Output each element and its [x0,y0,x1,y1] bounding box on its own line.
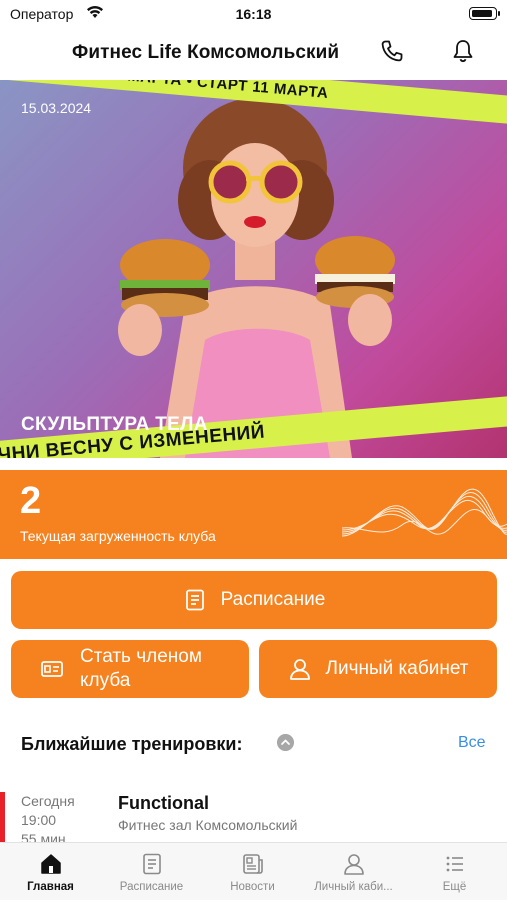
app-header: Фитнес Life Комсомольский [0,28,507,80]
workout-name: Functional [118,793,209,813]
tab-home[interactable]: Главная [0,843,101,900]
workout-time: 19:00 [21,812,57,828]
club-load-value: 2 [20,480,42,522]
tab-cabinet[interactable]: Личный каби... [303,843,404,900]
promo-photo [118,98,395,458]
tab-schedule-label: Расписание [119,881,184,893]
bell-icon[interactable] [450,38,476,64]
membership-button-label: Стать членом клуба [80,646,202,691]
workout-marker [0,792,5,842]
id-card-icon [41,661,63,677]
tab-cabinet-label: Личный каби... [314,881,393,893]
phone-icon[interactable] [379,38,405,64]
battery-icon [469,7,500,20]
tab-news-label: Новости [230,881,275,893]
tab-bar: Главная Расписание Новости Личный каби..… [0,842,507,900]
club-load-card: 2 Текущая загруженность клуба [0,470,507,559]
tab-home-label: Главная [27,881,74,893]
workout-duration: 55 мин [21,831,66,842]
home-icon [41,854,61,874]
cabinet-button[interactable]: Личный кабинет [259,640,497,698]
cabinet-button-label: Личный кабинет [325,658,469,679]
club-load-label: Текущая загруженность клуба [20,528,216,544]
schedule-icon [185,589,204,611]
schedule-button[interactable]: Расписание [11,571,497,629]
workout-item[interactable]: Сегодня 19:00 55 мин Functional Фитнес з… [0,785,507,842]
upcoming-title: Ближайшие тренировки: [21,734,243,754]
schedule-icon [143,853,161,875]
tab-more[interactable]: Ещё [404,843,505,900]
news-icon [243,854,263,874]
load-wave-graphic [342,488,507,537]
status-bar: Оператор 16:18 [0,0,507,28]
tab-schedule[interactable]: Расписание [101,843,202,900]
schedule-button-label: Расписание [220,589,326,610]
profile-icon [289,659,310,680]
profile-icon [344,854,364,875]
more-icon [446,856,463,872]
tab-more-label: Ещё [442,881,467,893]
banner-caption: СКУЛЬПТУРА ТЕЛА [21,414,208,435]
promo-banner[interactable]: МАРТА • СТАРТ 11 МАРТА • СТАРТ 11 МАРТА … [0,80,507,458]
tab-news[interactable]: Новости [202,843,303,900]
membership-button[interactable]: Стать членом клуба [11,640,249,698]
page-title: Фитнес Life Комсомольский [72,42,340,63]
see-all-link[interactable]: Все [458,734,486,752]
workout-day: Сегодня [21,793,75,809]
workout-place: Фитнес зал Комсомольский [118,817,298,833]
clock: 16:18 [235,6,272,22]
chevron-up-icon[interactable] [277,734,294,751]
banner-date: 15.03.2024 [21,100,92,116]
